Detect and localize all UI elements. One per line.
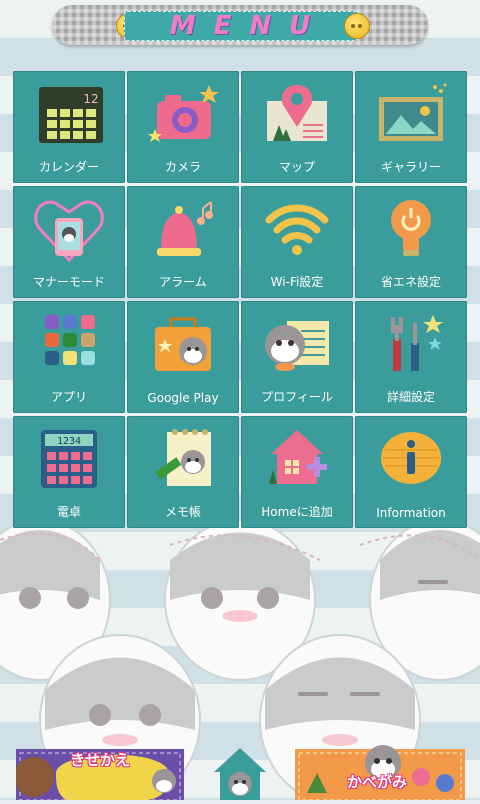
right-button-icon — [344, 13, 370, 39]
tile-label: 詳細設定 — [386, 390, 435, 404]
menu-grid: 12 カレンダー カメラ マップ ギャラリー マナーモード アラーム Wi-Fi… — [13, 71, 467, 529]
wifi-icon — [265, 204, 329, 255]
kisekae-label: きせかえ — [70, 751, 131, 769]
tile-profile[interactable]: プロフィール — [241, 301, 353, 413]
tile-apps[interactable]: アプリ — [13, 301, 125, 413]
tile-label: ギャラリー — [380, 160, 441, 174]
apps-grid-icon — [45, 315, 95, 365]
calendar-badge: 12 — [83, 92, 98, 106]
memo-pad-icon — [155, 429, 211, 486]
tile-memo[interactable]: メモ帳 — [127, 416, 239, 528]
tile-label: 省エネ設定 — [380, 275, 441, 289]
information-icon — [381, 432, 441, 484]
tile-wifi[interactable]: Wi-Fi設定 — [241, 186, 353, 298]
tile-label: Wi-Fi設定 — [270, 275, 324, 289]
tile-label: Google Play — [147, 391, 219, 405]
menu-header-banner: MENU — [52, 5, 428, 45]
tile-label: カメラ — [164, 160, 201, 174]
tools-icon — [391, 315, 443, 371]
tile-label: プロフィール — [261, 390, 333, 404]
gallery-icon — [379, 83, 447, 141]
tile-label: Homeに追加 — [261, 505, 333, 519]
tile-gallery[interactable]: ギャラリー — [355, 71, 467, 183]
google-play-bag-icon — [155, 317, 211, 371]
tile-information[interactable]: Information — [355, 416, 467, 528]
tile-label: カレンダー — [38, 160, 99, 174]
tile-label: アラーム — [159, 275, 207, 289]
tile-label: 電卓 — [56, 505, 81, 519]
tile-alarm[interactable]: アラーム — [127, 186, 239, 298]
tile-power-saving[interactable]: 省エネ設定 — [355, 186, 467, 298]
home-icon — [214, 748, 266, 800]
profile-icon — [265, 321, 329, 371]
tile-manner-mode[interactable]: マナーモード — [13, 186, 125, 298]
tile-label: マップ — [278, 160, 315, 174]
kisekae-button[interactable]: きせかえ — [14, 743, 184, 801]
kabegami-label: かべがみ — [347, 773, 408, 791]
menu-title: MENU — [169, 11, 329, 41]
tile-label: Information — [376, 506, 446, 520]
map-pin-icon — [267, 85, 327, 141]
tile-google-play[interactable]: Google Play — [127, 301, 239, 413]
kabegami-button[interactable]: かべがみ — [295, 743, 465, 801]
tile-map[interactable]: マップ — [241, 71, 353, 183]
tile-advanced-settings[interactable]: 詳細設定 — [355, 301, 467, 413]
add-home-icon — [269, 430, 327, 484]
menu-title-plate: MENU — [124, 11, 358, 41]
tile-add-home[interactable]: Homeに追加 — [241, 416, 353, 528]
tile-camera[interactable]: カメラ — [127, 71, 239, 183]
power-saving-bulb-icon — [391, 200, 431, 256]
alarm-bell-icon — [157, 201, 213, 256]
home-button[interactable] — [212, 744, 268, 800]
tile-calculator[interactable]: 1234 電卓 — [13, 416, 125, 528]
calculator-icon: 1234 — [41, 430, 97, 488]
calculator-display: 1234 — [57, 436, 81, 447]
tile-calendar[interactable]: 12 カレンダー — [13, 71, 125, 183]
tile-label: マナーモード — [32, 275, 105, 289]
tile-label: メモ帳 — [164, 505, 201, 519]
manner-mode-icon — [34, 200, 104, 263]
camera-icon — [148, 85, 219, 142]
calendar-icon: 12 — [39, 87, 103, 143]
tile-label: アプリ — [50, 390, 87, 404]
